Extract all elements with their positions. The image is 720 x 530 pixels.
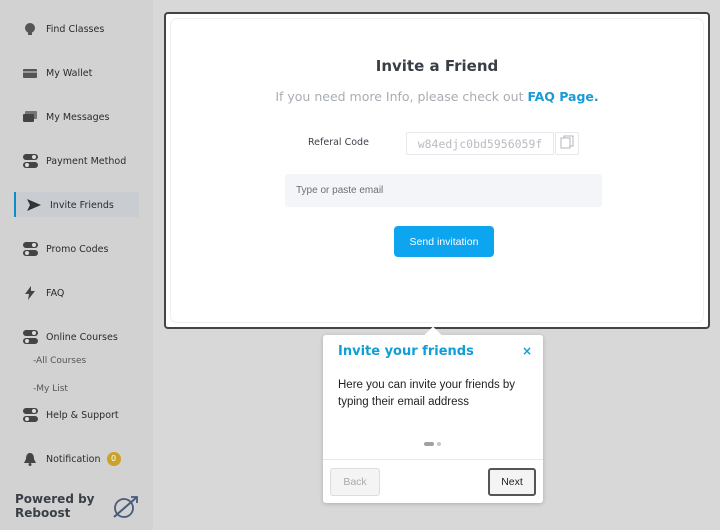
modal-title: Invite a Friend	[375, 57, 499, 75]
email-input[interactable]	[285, 174, 602, 207]
info-text: If you need more Info, please check out …	[171, 89, 703, 104]
powered-by-line: Powered by	[15, 492, 95, 506]
toggle-icon	[22, 241, 38, 257]
tour-step-dot[interactable]	[437, 442, 441, 446]
send-icon	[26, 197, 42, 213]
copy-button[interactable]	[555, 132, 579, 155]
brand-name: Reboost	[15, 506, 71, 520]
tour-popover: Invite your friends × Here you can invit…	[323, 326, 543, 503]
info-text-label: If you need more Info, please check out	[275, 89, 524, 104]
sidebar-item-help-support[interactable]: Help & Support	[22, 403, 119, 427]
toggle-icon	[22, 329, 38, 345]
sidebar-item-online-courses[interactable]: Online Courses	[22, 325, 118, 349]
tour-footer: Back Next	[323, 459, 543, 503]
sidebar-subitem-all-courses[interactable]: -All Courses	[33, 356, 86, 366]
sidebar-item-label: My Messages	[46, 111, 110, 123]
tour-step-dot-active[interactable]	[424, 442, 434, 446]
sidebar-item-label: Invite Friends	[50, 199, 114, 211]
modal-content: Invite a Friend If you need more Info, p…	[171, 19, 703, 322]
tour-description: Here you can invite your friends by typi…	[338, 379, 516, 408]
sidebar-item-promo-codes[interactable]: Promo Codes	[22, 237, 108, 261]
copy-icon	[560, 134, 574, 153]
sidebar-item-label: Promo Codes	[46, 243, 109, 255]
send-invitation-button[interactable]: Send invitation	[394, 226, 494, 257]
sidebar-item-payment-method[interactable]: Payment Method	[22, 149, 126, 173]
sidebar-item-notification[interactable]: Notification 0	[22, 447, 121, 471]
back-button[interactable]: Back	[330, 468, 380, 496]
reboost-logo-icon	[111, 495, 139, 519]
bolt-icon	[22, 285, 38, 301]
sidebar-item-find-classes[interactable]: Find Classes	[22, 17, 104, 41]
referral-code-label: Referal Code	[308, 137, 369, 148]
sidebar-item-label: FAQ	[46, 287, 65, 299]
toggle-icon	[22, 407, 38, 423]
sidebar-item-invite-friends[interactable]: Invite Friends	[26, 193, 114, 217]
graduation-icon	[22, 21, 38, 37]
messages-icon	[22, 109, 38, 125]
sidebar-subitem-my-list[interactable]: -My List	[33, 384, 68, 394]
sidebar: Find Classes My Wallet My Messages Payme…	[0, 0, 153, 530]
sidebar-item-faq[interactable]: FAQ	[22, 281, 64, 305]
tour-progress	[424, 442, 441, 446]
sidebar-item-label: Online Courses	[46, 331, 118, 343]
sidebar-item-label: Payment Method	[46, 155, 127, 167]
wallet-icon	[22, 65, 38, 81]
close-icon[interactable]: ×	[522, 344, 532, 358]
sidebar-item-label: My Wallet	[46, 67, 93, 79]
toggle-icon	[22, 153, 38, 169]
invite-friend-modal: Invite a Friend If you need more Info, p…	[164, 12, 710, 329]
sidebar-item-label: Find Classes	[46, 23, 105, 35]
bell-icon	[22, 451, 38, 467]
faq-link[interactable]: FAQ Page.	[527, 89, 598, 104]
next-button[interactable]: Next	[488, 468, 536, 496]
sidebar-item-label: Help & Support	[46, 409, 119, 421]
sidebar-item-my-messages[interactable]: My Messages	[22, 105, 109, 129]
notification-badge: 0	[106, 452, 121, 466]
sidebar-item-label: Notification	[46, 453, 101, 465]
powered-by: Powered by Reboost	[15, 492, 95, 520]
referral-code-field[interactable]: w84edjc0bd5956059f	[406, 132, 554, 155]
sidebar-item-my-wallet[interactable]: My Wallet	[22, 61, 92, 85]
tour-title: Invite your friends	[338, 344, 474, 359]
